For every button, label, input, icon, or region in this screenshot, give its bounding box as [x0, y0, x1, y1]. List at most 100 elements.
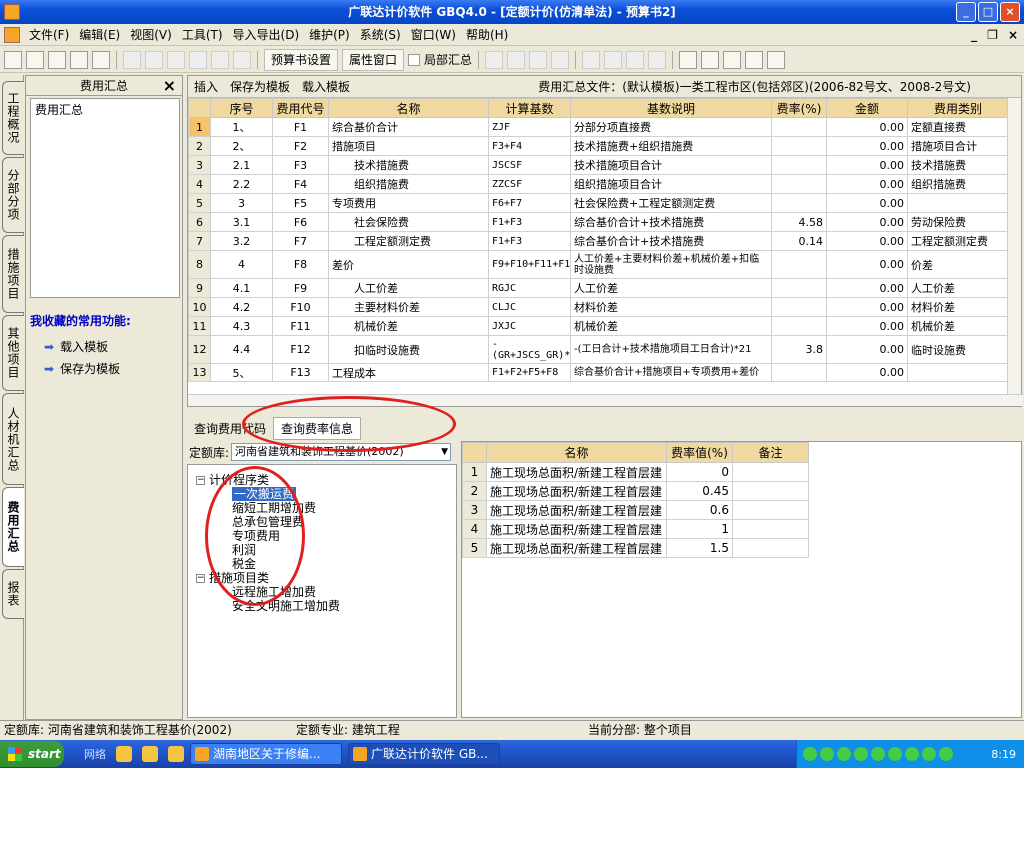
table-cell[interactable]: 13 [188, 363, 211, 382]
table-cell[interactable]: 12 [188, 335, 211, 364]
rate-cell[interactable]: 0.45 [666, 481, 733, 501]
table-cell[interactable]: 0.00 [826, 250, 908, 279]
menu-system[interactable]: 系统(S) [355, 24, 406, 46]
table-cell[interactable]: ZJF [488, 117, 571, 137]
col-header[interactable]: 金额 [826, 98, 908, 118]
table-cell[interactable]: 综合基价合计+措施项目+专项费用+差价 [570, 363, 772, 382]
table-cell[interactable]: 3.8 [771, 335, 827, 364]
table-cell[interactable]: 3.1 [210, 212, 273, 232]
quicklaunch-icon[interactable] [116, 746, 132, 762]
table-cell[interactable]: 0.00 [826, 363, 908, 382]
table-cell[interactable]: -(GR+JSCS_GR)*21 [488, 335, 571, 364]
rate-cell[interactable] [732, 519, 809, 539]
next-icon[interactable] [529, 50, 548, 69]
rate-cell[interactable]: 4 [462, 519, 487, 539]
tray-icon[interactable] [888, 747, 902, 761]
arrow-right-icon[interactable] [604, 50, 623, 69]
table-cell[interactable]: 2、 [210, 136, 273, 156]
table-cell[interactable]: 8 [188, 250, 211, 279]
insert-button[interactable]: 插入 [188, 78, 224, 95]
table-row[interactable]: 10 4.2 F10 主要材料价差 CLJC 材料价差 0.00 材料价差 [188, 297, 1009, 317]
cube-icon[interactable] [745, 50, 764, 69]
formula-icon[interactable] [701, 50, 720, 69]
table-cell[interactable] [907, 363, 1009, 382]
rate-cell[interactable]: 5 [462, 538, 487, 558]
close-icon[interactable]: × [163, 76, 176, 96]
tab-project-overview[interactable]: 工程概况 [2, 81, 24, 155]
col-header[interactable]: 计算基数 [488, 98, 571, 118]
table-cell[interactable]: 1、 [210, 117, 273, 137]
table-cell[interactable]: F6 [272, 212, 329, 232]
table-cell[interactable]: F11 [272, 316, 329, 336]
table-cell[interactable]: JXJC [488, 316, 571, 336]
table-cell[interactable]: 0.00 [826, 297, 908, 317]
table-cell[interactable]: F10 [272, 297, 329, 317]
rate-cell[interactable] [732, 462, 809, 482]
rate-cell[interactable]: 施工现场总面积/新建工程首层建 [486, 462, 667, 482]
rate-cell[interactable]: 1.5 [666, 538, 733, 558]
table-cell[interactable]: 人工价差 [907, 278, 1009, 298]
col-header[interactable]: 名称 [486, 442, 667, 463]
budget-settings-button[interactable]: 预算书设置 [264, 48, 339, 71]
rate-row[interactable]: 5 施工现场总面积/新建工程首层建 1.5 [462, 538, 809, 558]
table-cell[interactable]: 机械价差 [328, 316, 489, 336]
table-cell[interactable]: 临时设施费 [907, 335, 1009, 364]
last-icon[interactable] [551, 50, 570, 69]
rate-cell[interactable]: 1 [666, 519, 733, 539]
tray-icon[interactable] [837, 747, 851, 761]
redo-icon[interactable] [233, 50, 251, 69]
arrow-up-icon[interactable] [626, 50, 645, 69]
table-row[interactable]: 2 2、 F2 措施项目 F3+F4 技术措施费+组织措施费 0.00 措施项目合计 [188, 136, 1009, 156]
local-summary-checkbox[interactable] [408, 53, 421, 66]
menu-file[interactable]: 文件(F) [24, 24, 74, 46]
table-row[interactable]: 3 2.1 F3 技术措施费 JSCSF 技术措施项目合计 0.00 技术措施费 [188, 155, 1009, 175]
tab-reports[interactable]: 报表 [2, 569, 24, 619]
table-cell[interactable]: 价差 [907, 250, 1009, 279]
start-button[interactable]: start [0, 741, 64, 767]
table-cell[interactable]: ZZCSF [488, 174, 571, 194]
prev-icon[interactable] [507, 50, 526, 69]
quicklaunch-icon[interactable] [168, 746, 184, 762]
table-cell[interactable]: 综合基价合计+技术措施费 [570, 231, 772, 251]
menu-view[interactable]: 视图(V) [125, 24, 177, 46]
table-cell[interactable]: 4.3 [210, 316, 273, 336]
table-cell[interactable]: 0.00 [826, 155, 908, 175]
menu-import-export[interactable]: 导入导出(D) [228, 24, 305, 46]
table-cell[interactable]: 技术措施费 [328, 155, 489, 175]
table-cell[interactable]: F1+F3 [488, 231, 571, 251]
delete-icon[interactable] [189, 50, 207, 69]
table-cell[interactable]: 0.14 [771, 231, 827, 251]
save-icon[interactable] [70, 50, 88, 69]
table-cell[interactable]: 0.00 [826, 193, 908, 213]
tab-labor-material-machine[interactable]: 人材机汇总 [2, 393, 24, 485]
rate-cell[interactable]: 2 [462, 481, 487, 501]
table-cell[interactable]: 材料价差 [907, 297, 1009, 317]
rate-cell[interactable]: 施工现场总面积/新建工程首层建 [486, 481, 667, 501]
table-cell[interactable]: 5 [188, 193, 211, 213]
folder-icon[interactable] [92, 50, 110, 69]
table-cell[interactable]: 社会保险费 [328, 212, 489, 232]
table-cell[interactable] [771, 297, 827, 317]
table-cell[interactable]: 0.00 [826, 278, 908, 298]
rate-cell[interactable] [732, 481, 809, 501]
tab-measures[interactable]: 措施项目 [2, 235, 24, 313]
table-cell[interactable]: 措施项目合计 [907, 136, 1009, 156]
mdi-minimize-button[interactable]: _ [971, 24, 977, 46]
menu-tools[interactable]: 工具(T) [177, 24, 228, 46]
summary-tree-item[interactable]: 费用汇总 [35, 103, 83, 117]
table-cell[interactable]: 差价 [328, 250, 489, 279]
menu-window[interactable]: 窗口(W) [406, 24, 461, 46]
table-cell[interactable]: 4.4 [210, 335, 273, 364]
table-cell[interactable]: 分部分项直接费 [570, 117, 772, 137]
table-cell[interactable]: 技术措施项目合计 [570, 155, 772, 175]
tray-icon[interactable] [803, 747, 817, 761]
table-row[interactable]: 124.4F12 扣临时设施费-(GR+JSCS_GR)*21-(工日合计+技术… [188, 335, 1009, 364]
rate-row[interactable]: 4 施工现场总面积/新建工程首层建 1 [462, 519, 809, 539]
table-cell[interactable]: F9+F10+F11+F12 [488, 250, 571, 279]
tray-icon[interactable] [922, 747, 936, 761]
mdi-restore-button[interactable]: ❐ [987, 24, 998, 46]
table-cell[interactable]: 措施项目 [328, 136, 489, 156]
table-cell[interactable]: 扣临时设施费 [328, 335, 489, 364]
table-row[interactable]: 8 4 F8 差价 F9+F10+F11+F12 人工价差+主要材料价差+机械价差+扣临时… [188, 250, 1009, 279]
table-cell[interactable]: 机械价差 [570, 316, 772, 336]
